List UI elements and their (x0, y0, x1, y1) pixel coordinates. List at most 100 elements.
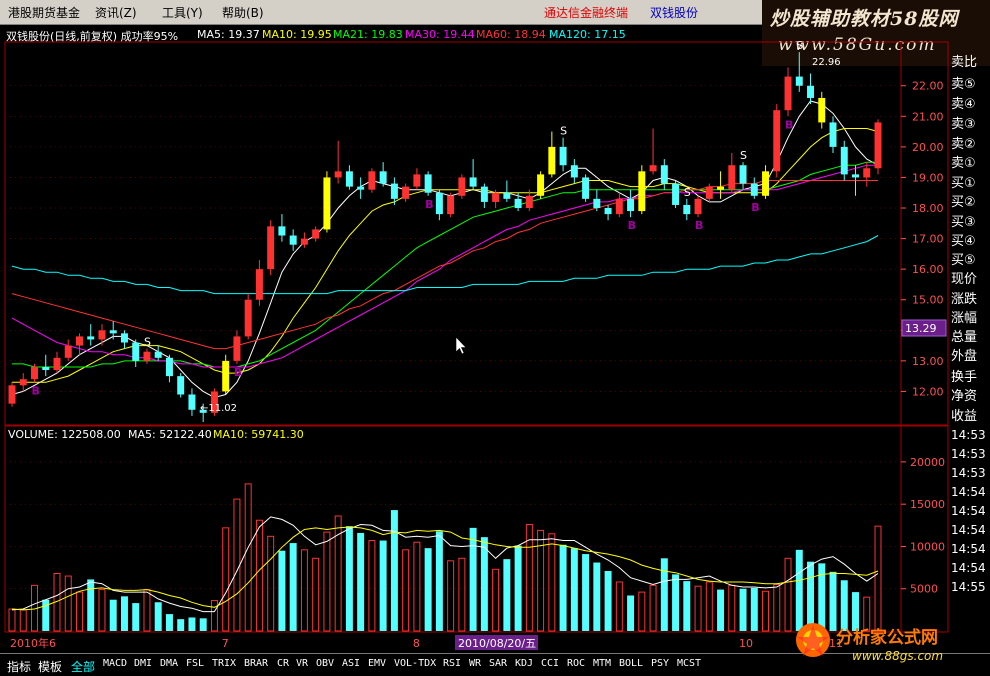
price-tick-label: 12.00 (912, 385, 944, 398)
candlestick (132, 339, 140, 367)
candlestick (548, 131, 556, 178)
volume-bar (762, 590, 770, 632)
candlestick (627, 189, 635, 218)
sell-signal-marker: S (684, 186, 691, 199)
tab-fsl[interactable]: FSL (186, 658, 204, 669)
tab-vr[interactable]: VR (296, 658, 308, 669)
tab-obv[interactable]: OBV (316, 658, 334, 669)
ob-label-sell5: 卖⑤ (951, 77, 976, 92)
price-tick-label: 22.00 (912, 80, 944, 93)
candle-body (469, 177, 477, 187)
tab-brar[interactable]: BRAR (244, 658, 268, 669)
trade-time: 14:54 (951, 504, 986, 518)
tab-psy[interactable]: PSY (651, 658, 669, 669)
tab-indicators[interactable]: 指标 (7, 658, 31, 675)
volume-bar (278, 550, 286, 631)
candlestick (323, 171, 331, 233)
candlestick (807, 73, 815, 105)
volume-bar (717, 589, 725, 631)
tab-cci[interactable]: CCI (541, 658, 559, 669)
volume-bar (357, 532, 365, 631)
price-tick-label: 17.00 (912, 233, 944, 246)
candle-body (829, 122, 837, 147)
volume-bar (705, 581, 713, 632)
tab-mtm[interactable]: MTM (593, 658, 611, 669)
volume-bar (672, 574, 680, 631)
volume-bar (199, 618, 207, 631)
tab-dma[interactable]: DMA (160, 658, 178, 669)
price-tick-label: 15.00 (912, 294, 944, 307)
selected-date: 2010/08/20/五 (458, 637, 536, 650)
ob-label-sell1: 卖① (951, 156, 976, 171)
candlestick (19, 373, 27, 392)
candle-body (87, 336, 95, 340)
volume-bar (300, 549, 308, 632)
candlestick (267, 220, 275, 276)
tab-mcst[interactable]: MCST (677, 658, 701, 669)
volume-bar (120, 596, 128, 631)
buy-signal-marker: B (751, 201, 759, 214)
buy-signal-marker: B (785, 118, 793, 131)
volume-bar (368, 540, 376, 632)
candlestick (154, 345, 162, 361)
tab-dmi[interactable]: DMI (134, 658, 152, 669)
candlestick (458, 174, 466, 199)
volume-header: VOLUME: 122508.00 (8, 428, 121, 441)
candlestick (672, 180, 680, 209)
watermark: 分析家公式网 www.88gs.com (790, 615, 990, 675)
ob-label-sell4: 卖④ (951, 97, 976, 112)
candle-body (120, 333, 128, 343)
volume-bar (739, 588, 747, 631)
volume-bar (379, 540, 387, 631)
tab-wr[interactable]: WR (469, 658, 481, 669)
candlestick (278, 214, 286, 242)
tab-templates[interactable]: 模板 (38, 658, 62, 675)
volume-bar (604, 570, 612, 631)
candle-body (582, 177, 590, 199)
date-axis-label: 10 (739, 637, 753, 650)
tab-emv[interactable]: EMV (368, 658, 386, 669)
ma-line-ma30 (11, 164, 878, 368)
volume-bar (165, 614, 173, 631)
volume-tick-label: 20000 (910, 456, 945, 469)
volume-bar (570, 548, 578, 631)
tab-rsi[interactable]: RSI (443, 658, 461, 669)
volume-bar (582, 554, 590, 631)
volume-bar (683, 581, 691, 631)
candle-body (357, 186, 365, 190)
tab-all[interactable]: 全部 (71, 658, 95, 675)
price-tick-label: 18.00 (912, 202, 944, 215)
candle-body (548, 146, 556, 175)
buy-signal-marker: B (628, 219, 636, 232)
volume-bar (435, 531, 443, 631)
ma-line-ma5 (11, 100, 879, 399)
tab-cr[interactable]: CR (277, 658, 289, 669)
tab-macd[interactable]: MACD (103, 658, 127, 669)
candle-body (53, 357, 61, 371)
candle-body (154, 351, 162, 358)
candle-body (570, 165, 578, 178)
candlestick (8, 382, 16, 407)
tab-kdj[interactable]: KDJ (515, 658, 533, 669)
candlestick (300, 232, 308, 248)
candlestick (188, 388, 196, 416)
candle-body (638, 171, 646, 212)
candle-body (278, 226, 286, 236)
candle-body (672, 183, 680, 205)
candlestick (537, 171, 545, 199)
kline-chart[interactable]: B B B B B B B S S S S S 22.00 21.00 20.00 19.00 18.00 17… (0, 0, 990, 653)
volume-bar (694, 585, 702, 632)
tab-sar[interactable]: SAR (489, 658, 507, 669)
sell-signal-marker: S (796, 39, 803, 52)
candlestick (165, 354, 173, 383)
volume-bar (143, 589, 151, 632)
tab-trix[interactable]: TRIX (212, 658, 236, 669)
tab-asi[interactable]: ASI (342, 658, 360, 669)
candlestick (233, 330, 241, 364)
tab-boll[interactable]: BOLL (619, 658, 643, 669)
candlestick (784, 67, 792, 117)
ob-label-net-asset: 净资 (951, 389, 978, 404)
tab-roc[interactable]: ROC (567, 658, 585, 669)
tab-vol-tdx[interactable]: VOL-TDX (394, 658, 436, 669)
volume-bar (64, 575, 72, 632)
